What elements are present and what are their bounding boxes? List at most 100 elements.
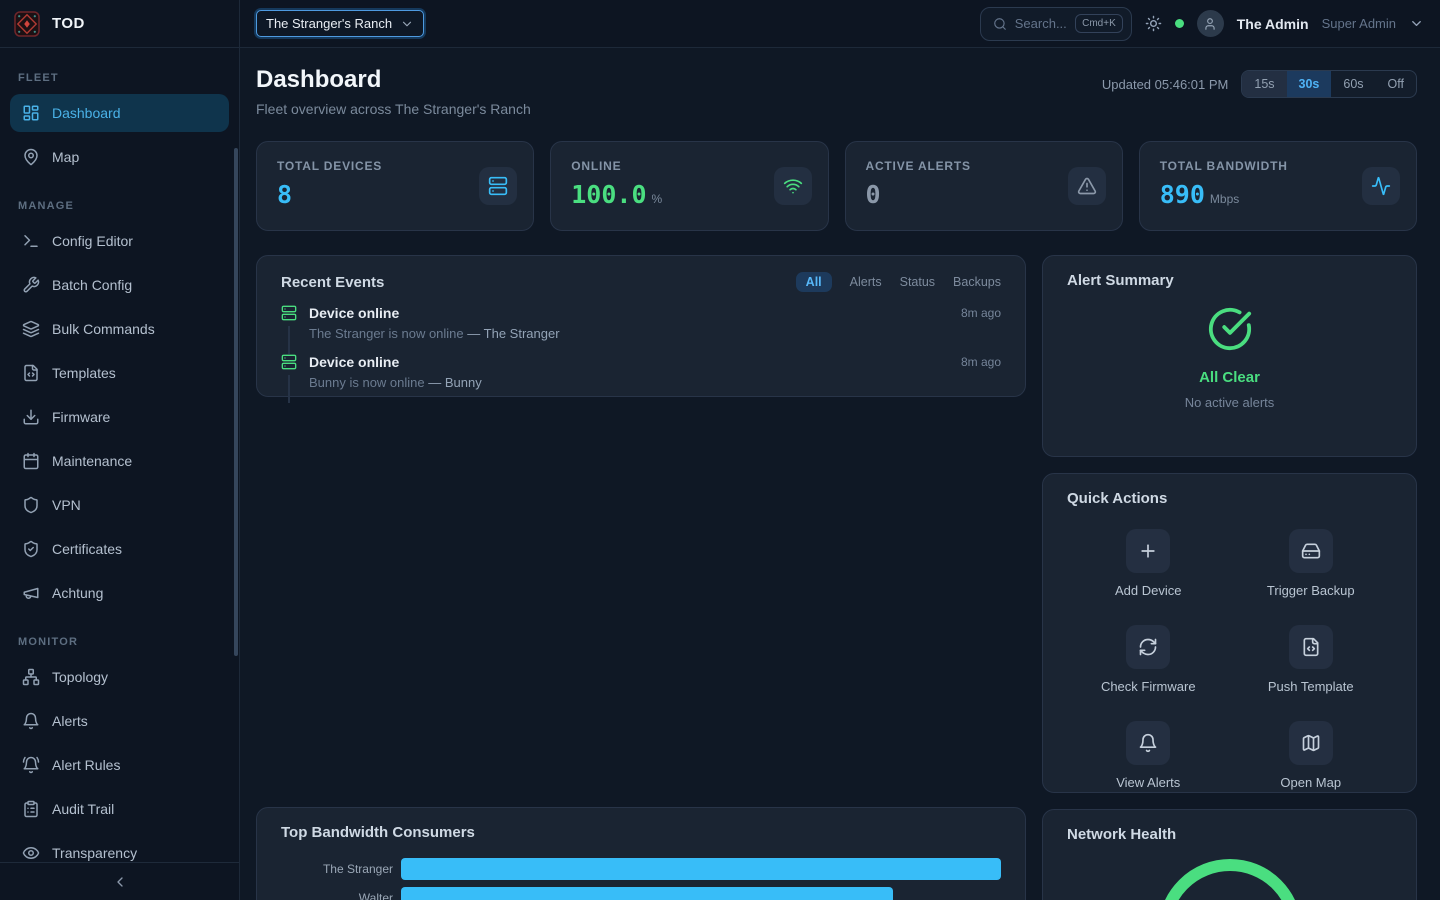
bar-row: Walter (281, 887, 1001, 900)
interval-60s-button[interactable]: 60s (1331, 71, 1375, 97)
stat-label: TOTAL DEVICES (277, 159, 513, 173)
server-icon (281, 305, 297, 321)
stat-label: TOTAL BANDWIDTH (1160, 159, 1396, 173)
sidebar-item-templates[interactable]: Templates (10, 354, 229, 392)
trigger-backup-button[interactable]: Trigger Backup (1230, 529, 1393, 598)
refresh-icon (1126, 625, 1170, 669)
open-map-button[interactable]: Open Map (1230, 721, 1393, 790)
alert-summary-card: Alert Summary All Clear No active alerts (1042, 255, 1417, 457)
action-label: Push Template (1268, 679, 1354, 694)
bar-label: Walter (281, 891, 393, 900)
sidebar-item-bulk-commands[interactable]: Bulk Commands (10, 310, 229, 348)
fleet-selector-value: The Stranger's Ranch (266, 16, 392, 31)
sidebar-item-map[interactable]: Map (10, 138, 229, 176)
interval-off-button[interactable]: Off (1376, 71, 1416, 97)
action-label: Add Device (1115, 583, 1181, 598)
sidebar-item-batch-config[interactable]: Batch Config (10, 266, 229, 304)
sidebar-item-label: Templates (52, 365, 116, 381)
tab-alerts[interactable]: Alerts (850, 275, 882, 289)
event-title: Device online (309, 305, 399, 321)
network-health-gauge: 100 (1067, 856, 1392, 900)
theme-toggle-button[interactable] (1145, 15, 1162, 32)
map-icon (1289, 721, 1333, 765)
network-health-card: Network Health 100 (1042, 809, 1417, 900)
sidebar-item-alerts[interactable]: Alerts (10, 702, 229, 740)
user-role-badge: Super Admin (1322, 16, 1396, 31)
terminal-icon (22, 232, 40, 250)
alert-summary-title: Alert Summary (1067, 272, 1392, 289)
sidebar-item-label: Alert Rules (52, 757, 120, 773)
stat-label: ACTIVE ALERTS (866, 159, 1102, 173)
sidebar-item-alert-rules[interactable]: Alert Rules (10, 746, 229, 784)
shield-icon (22, 496, 40, 514)
push-template-button[interactable]: Push Template (1230, 625, 1393, 694)
page-subtitle: Fleet overview across The Stranger's Ran… (256, 101, 531, 117)
wrench-icon (22, 276, 40, 294)
tab-status[interactable]: Status (900, 275, 935, 289)
fleet-selector[interactable]: The Stranger's Ranch (256, 10, 424, 37)
sidebar-scrollbar[interactable] (234, 148, 238, 656)
check-firmware-button[interactable]: Check Firmware (1067, 625, 1230, 694)
sidebar-item-vpn[interactable]: VPN (10, 486, 229, 524)
tab-backups[interactable]: Backups (953, 275, 1001, 289)
alert-status: All Clear (1067, 369, 1392, 386)
shield-check-icon (22, 540, 40, 558)
event-row[interactable]: Device online 8m ago The Stranger is now… (281, 305, 1001, 354)
view-alerts-button[interactable]: View Alerts (1067, 721, 1230, 790)
user-menu-button[interactable] (1409, 16, 1424, 31)
sidebar: FLEET Dashboard Map MANAGE Config Editor… (0, 48, 240, 900)
chevron-down-icon (400, 17, 414, 31)
bandwidth-chart-title: Top Bandwidth Consumers (281, 824, 1001, 841)
tab-all[interactable]: All (796, 272, 832, 292)
sidebar-item-certificates[interactable]: Certificates (10, 530, 229, 568)
event-row[interactable]: Device online 8m ago Bunny is now online… (281, 354, 1001, 403)
app-window: TOD The Stranger's Ranch Search... Cmd+K (0, 0, 1440, 900)
avatar[interactable] (1197, 10, 1224, 37)
event-message: Bunny is now online (309, 375, 425, 390)
search-input[interactable]: Search... Cmd+K (980, 7, 1132, 41)
interval-15s-button[interactable]: 15s (1242, 71, 1286, 97)
bar (401, 858, 1001, 880)
eye-icon (22, 844, 40, 862)
user-icon (1203, 17, 1217, 31)
search-icon (993, 17, 1007, 31)
interval-30s-button[interactable]: 30s (1287, 71, 1332, 97)
bell-icon (22, 712, 40, 730)
sidebar-collapse-button[interactable] (0, 862, 239, 900)
sidebar-item-achtung[interactable]: Achtung (10, 574, 229, 612)
sidebar-item-firmware[interactable]: Firmware (10, 398, 229, 436)
alert-triangle-icon (1068, 167, 1106, 205)
health-ring (1164, 865, 1296, 900)
calendar-icon (22, 452, 40, 470)
wifi-icon (774, 167, 812, 205)
app-title: TOD (52, 15, 85, 32)
stat-value: 890 (1160, 182, 1205, 207)
recent-events-title: Recent Events (281, 274, 384, 291)
stat-value: 8 (277, 182, 292, 207)
sidebar-item-dashboard[interactable]: Dashboard (10, 94, 229, 132)
sidebar-item-topology[interactable]: Topology (10, 658, 229, 696)
check-circle-icon (1067, 306, 1392, 357)
hard-drive-icon (1289, 529, 1333, 573)
alert-detail: No active alerts (1067, 395, 1392, 410)
stat-value: 100.0 (571, 182, 646, 207)
sidebar-item-transparency[interactable]: Transparency (10, 834, 229, 862)
section-label-manage: MANAGE (18, 200, 229, 212)
section-label-fleet: FLEET (18, 72, 229, 84)
sidebar-item-config-editor[interactable]: Config Editor (10, 222, 229, 260)
user-name: The Admin (1237, 16, 1309, 32)
sidebar-item-label: Certificates (52, 541, 122, 557)
clipboard-list-icon (22, 800, 40, 818)
connection-status-dot (1175, 19, 1184, 28)
activity-icon (1362, 167, 1400, 205)
top-bandwidth-card: Top Bandwidth Consumers The Stranger Wal… (256, 807, 1026, 900)
refresh-interval-group: 15s 30s 60s Off (1241, 70, 1417, 98)
stat-label: ONLINE (571, 159, 807, 173)
sidebar-item-audit-trail[interactable]: Audit Trail (10, 790, 229, 828)
sidebar-item-maintenance[interactable]: Maintenance (10, 442, 229, 480)
event-title: Device online (309, 354, 399, 370)
network-icon (22, 668, 40, 686)
file-code-icon (22, 364, 40, 382)
sidebar-item-label: Topology (52, 669, 108, 685)
add-device-button[interactable]: Add Device (1067, 529, 1230, 598)
